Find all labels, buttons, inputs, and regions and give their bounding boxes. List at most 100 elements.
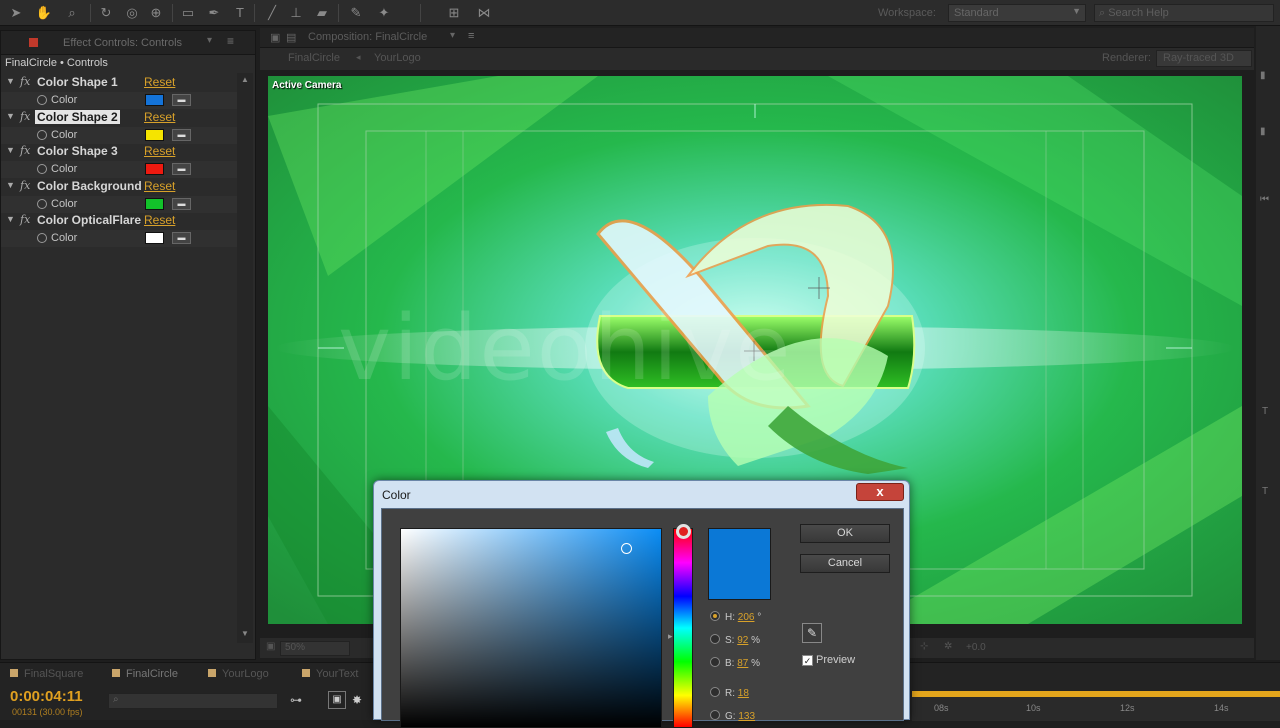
snap-icon[interactable]: ⋈ bbox=[474, 3, 494, 23]
eraser-tool-icon[interactable]: ▰ bbox=[312, 3, 332, 23]
eyedropper-icon[interactable]: ▬ bbox=[172, 198, 191, 210]
fx-icon[interactable]: fx bbox=[20, 110, 30, 123]
selection-tool-icon[interactable]: ➤ bbox=[6, 3, 26, 23]
roto-brush-icon[interactable]: ✎ bbox=[346, 3, 366, 23]
cancel-button[interactable]: Cancel bbox=[800, 554, 890, 573]
panel-menu-icon[interactable]: ≡ bbox=[227, 34, 234, 48]
fx-icon[interactable]: fx bbox=[20, 213, 30, 226]
chevron-down-icon[interactable]: ▾ bbox=[207, 35, 212, 46]
color-swatch[interactable] bbox=[145, 94, 164, 106]
stopwatch-icon[interactable] bbox=[37, 199, 47, 209]
effect-row[interactable]: ▼ fx Color OpticalFlare Reset bbox=[1, 212, 237, 229]
radio-icon[interactable] bbox=[710, 687, 720, 697]
panel-menu-icon[interactable]: ▮ bbox=[1260, 70, 1266, 81]
dialog-close-button[interactable]: x bbox=[856, 483, 904, 501]
pan-camera-icon[interactable]: ⊕ bbox=[146, 3, 166, 23]
workspace-select[interactable]: Standard ▼ bbox=[948, 4, 1086, 22]
motion-blur-icon[interactable]: ✸ bbox=[352, 693, 362, 707]
flowchart-icon[interactable]: ⊶ bbox=[290, 693, 302, 707]
vertical-scrollbar[interactable]: ▲ ▼ bbox=[237, 73, 253, 643]
zoom-tool-icon[interactable]: ⌕ bbox=[62, 3, 82, 23]
radio-icon[interactable] bbox=[710, 710, 720, 720]
color-swatch[interactable] bbox=[145, 129, 164, 141]
lock-icon[interactable]: ▣ bbox=[270, 31, 280, 44]
eyedropper-icon[interactable]: ▬ bbox=[172, 163, 191, 175]
tab-finalcircle[interactable]: FinalCircle bbox=[288, 52, 340, 64]
renderer-select[interactable]: Ray-traced 3D bbox=[1156, 50, 1252, 67]
radio-icon[interactable] bbox=[710, 657, 720, 667]
timeline-tab[interactable]: FinalCircle bbox=[112, 668, 178, 680]
eyedropper-icon[interactable]: ▬ bbox=[172, 94, 191, 106]
color-field-cursor[interactable] bbox=[621, 543, 632, 554]
field-value[interactable]: 206 bbox=[738, 612, 755, 623]
color-swatch[interactable] bbox=[145, 232, 164, 244]
ok-button[interactable]: OK bbox=[800, 524, 890, 543]
reset-link[interactable]: Reset bbox=[144, 179, 175, 193]
puppet-pin-icon[interactable]: ✦ bbox=[374, 3, 394, 23]
fast-preview-icon[interactable]: ⊹ bbox=[920, 641, 928, 652]
type-tool-icon[interactable]: T bbox=[230, 3, 250, 23]
field-value[interactable]: 133 bbox=[738, 711, 755, 722]
saturation-field[interactable]: S: 92 % bbox=[710, 634, 760, 646]
effect-row[interactable]: ▼ fx Color Background Reset bbox=[1, 178, 237, 195]
color-swatch[interactable] bbox=[145, 198, 164, 210]
expand-triangle-icon[interactable]: ▼ bbox=[6, 111, 15, 121]
brightness-field[interactable]: B: 87 % bbox=[710, 657, 760, 669]
fx-icon[interactable]: fx bbox=[20, 144, 30, 157]
draft-3d-icon[interactable]: ▣ bbox=[328, 691, 346, 709]
hue-slider-handle[interactable] bbox=[676, 524, 691, 539]
radio-icon[interactable] bbox=[710, 611, 720, 621]
green-field[interactable]: G: 133 bbox=[710, 710, 755, 722]
work-area-bar[interactable] bbox=[912, 691, 1280, 697]
reset-link[interactable]: Reset bbox=[144, 75, 175, 89]
time-ruler[interactable]: 08s 10s 12s 14s bbox=[912, 691, 1280, 721]
rotate-tool-icon[interactable]: ↻ bbox=[96, 3, 116, 23]
zoom-select[interactable]: 50% bbox=[280, 641, 350, 656]
expand-triangle-icon[interactable]: ▼ bbox=[6, 214, 15, 224]
reset-link[interactable]: Reset bbox=[144, 110, 175, 124]
field-value[interactable]: 92 bbox=[737, 635, 748, 646]
timeline-search-input[interactable]: ⌕ bbox=[108, 693, 278, 709]
expand-triangle-icon[interactable]: ▼ bbox=[6, 145, 15, 155]
timeline-tab[interactable]: FinalSquare bbox=[10, 668, 83, 680]
hand-tool-icon[interactable]: ✋ bbox=[34, 3, 54, 23]
eyedropper-icon[interactable]: ▬ bbox=[172, 129, 191, 141]
scroll-up-icon[interactable]: ▲ bbox=[241, 75, 249, 84]
stopwatch-icon[interactable] bbox=[37, 164, 47, 174]
step-back-icon[interactable]: ⏮ bbox=[1260, 194, 1269, 205]
eyedropper-icon[interactable]: ✎ bbox=[802, 623, 822, 643]
always-preview-icon[interactable]: ▣ bbox=[266, 641, 275, 652]
effect-controls-tab[interactable]: Effect Controls: Controls ▾ ≡ bbox=[1, 31, 255, 55]
effect-row[interactable]: ▼ fx Color Shape 3 Reset bbox=[1, 143, 237, 160]
search-help-input[interactable]: ⌕ Search Help bbox=[1094, 4, 1274, 22]
exposure-value[interactable]: +0.0 bbox=[966, 642, 986, 653]
chevron-left-icon[interactable]: ◂ bbox=[356, 52, 361, 63]
hue-slider[interactable] bbox=[673, 528, 693, 728]
tab-yourlogo[interactable]: YourLogo bbox=[374, 52, 421, 64]
orbit-camera-icon[interactable]: ◎ bbox=[122, 3, 142, 23]
reset-link[interactable]: Reset bbox=[144, 213, 175, 227]
preview-checkbox[interactable]: ✓ Preview bbox=[802, 654, 855, 666]
close-icon[interactable] bbox=[29, 38, 38, 47]
red-field[interactable]: R: 18 bbox=[710, 687, 749, 699]
current-timecode[interactable]: 0:00:04:11 bbox=[10, 688, 83, 705]
stopwatch-icon[interactable] bbox=[37, 95, 47, 105]
scroll-down-icon[interactable]: ▼ bbox=[241, 629, 249, 638]
saturation-brightness-field[interactable] bbox=[400, 528, 662, 728]
composition-tab[interactable]: ▣ ▤ Composition: FinalCircle ▾ ≡ bbox=[260, 28, 1254, 48]
field-value[interactable]: 18 bbox=[738, 688, 749, 699]
reset-link[interactable]: Reset bbox=[144, 144, 175, 158]
color-swatch[interactable] bbox=[145, 163, 164, 175]
radio-icon[interactable] bbox=[710, 634, 720, 644]
chevron-down-icon[interactable]: ▾ bbox=[450, 30, 455, 41]
brush-tool-icon[interactable]: ╱ bbox=[262, 3, 282, 23]
fx-icon[interactable]: fx bbox=[20, 179, 30, 192]
pen-tool-icon[interactable]: ✒ bbox=[204, 3, 224, 23]
exposure-icon[interactable]: ✲ bbox=[944, 641, 952, 652]
local-axis-icon[interactable]: ⊞ bbox=[444, 3, 464, 23]
type-tool-icon[interactable]: T bbox=[1262, 486, 1268, 497]
hue-field[interactable]: H: 206 ° bbox=[710, 611, 761, 623]
timeline-tab[interactable]: YourText bbox=[302, 668, 358, 680]
fx-icon[interactable]: fx bbox=[20, 75, 30, 88]
clone-stamp-icon[interactable]: ⊥ bbox=[286, 3, 306, 23]
